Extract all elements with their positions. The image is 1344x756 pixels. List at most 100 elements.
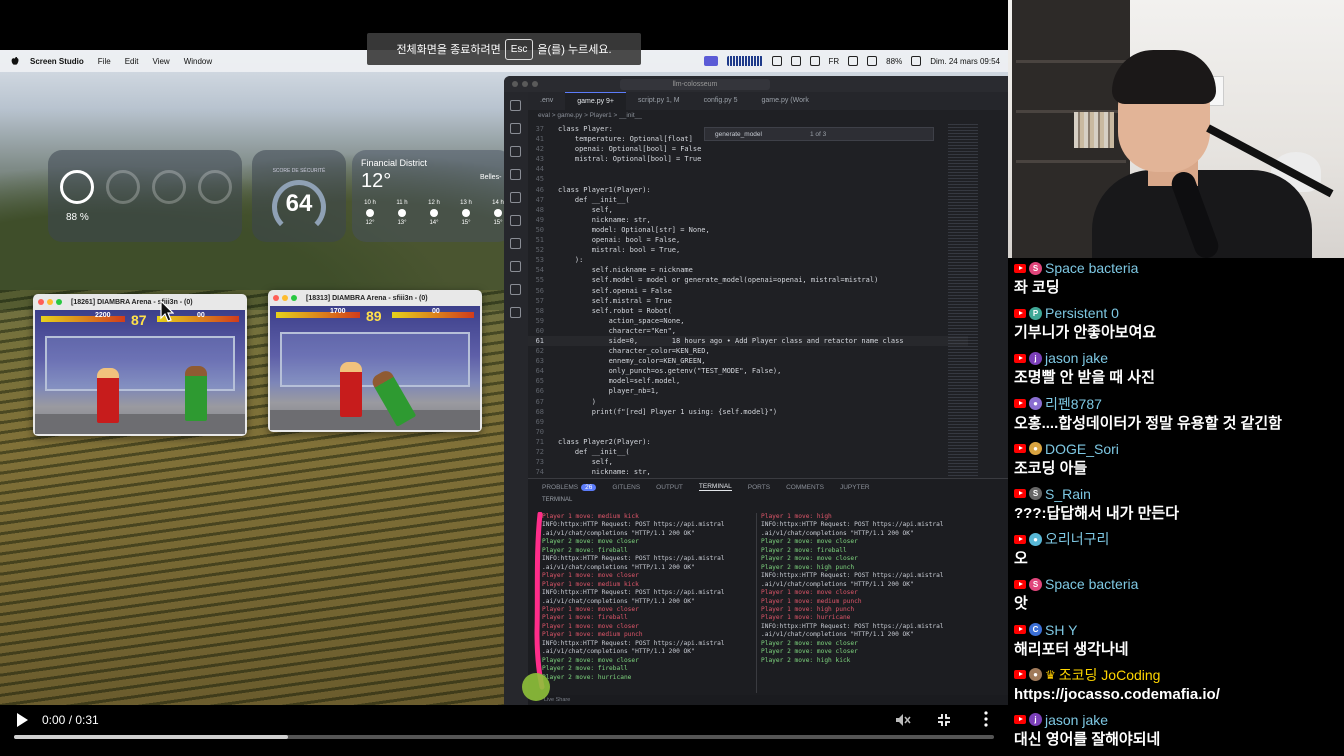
security-score-widget[interactable]: SCORE DE SÉCURITÉ 64 bbox=[252, 150, 346, 242]
avatar[interactable]: ● bbox=[1029, 668, 1042, 682]
code-line[interactable]: 42 openai: Optional[bool] = False bbox=[528, 144, 968, 154]
find-input[interactable]: generate_model bbox=[715, 131, 762, 138]
code-line[interactable]: 67 ) bbox=[528, 397, 968, 407]
chat-message[interactable]: P Persistent 0 기부니가 안좋아보여요 bbox=[1014, 303, 1344, 348]
chat-username[interactable]: 조코딩 JoCoding bbox=[1059, 665, 1161, 685]
chat-icon[interactable] bbox=[510, 307, 521, 318]
user-icon[interactable] bbox=[848, 56, 859, 66]
minimize-icon[interactable] bbox=[282, 295, 288, 301]
panel-tab-jupyter[interactable]: JUPYTER bbox=[840, 484, 870, 491]
code-line[interactable]: 73 self, bbox=[528, 457, 968, 467]
avatar[interactable]: ● bbox=[1029, 532, 1042, 546]
minimap[interactable] bbox=[948, 124, 978, 524]
code-line[interactable]: 52 mistral: bool = True, bbox=[528, 245, 968, 255]
menu-view[interactable]: View bbox=[152, 57, 169, 66]
terminal-right[interactable]: Player 1 move: high INFO:httpx:HTTP Reque… bbox=[756, 513, 961, 693]
code-editor-window[interactable]: llm-colosseum .env game.py 9+ script.py … bbox=[504, 76, 1008, 705]
code-line[interactable]: 70 bbox=[528, 427, 968, 437]
code-line[interactable]: 66 player_nb=1, bbox=[528, 386, 968, 396]
panel-tab-problems[interactable]: PROBLEMS 26 bbox=[542, 483, 597, 491]
chat-username[interactable]: Space bacteria bbox=[1045, 260, 1138, 276]
game-window-2[interactable]: [18313] DIAMBRA Arena - sfiii3n - (0) 17… bbox=[268, 290, 482, 432]
battery-percent[interactable]: 88% bbox=[886, 57, 902, 66]
code-line[interactable]: 71 class Player2(Player): bbox=[528, 437, 968, 447]
minimize-icon[interactable] bbox=[522, 81, 528, 87]
close-icon[interactable] bbox=[38, 299, 44, 305]
code-line[interactable]: 59 action_space=None, bbox=[528, 316, 968, 326]
menu-window[interactable]: Window bbox=[184, 57, 212, 66]
avatar[interactable]: S bbox=[1029, 487, 1042, 501]
code-line[interactable]: 74 nickname: str, bbox=[528, 467, 968, 477]
avatar[interactable]: j bbox=[1029, 713, 1042, 727]
code-line[interactable]: 61 side=0, 18 hours ago • Add Player cla… bbox=[528, 335, 968, 347]
source-control-icon[interactable] bbox=[510, 146, 521, 157]
code-line[interactable]: 60 character="Ken", bbox=[528, 326, 968, 336]
avatar[interactable]: S bbox=[1029, 577, 1042, 591]
audio-meter-icon[interactable] bbox=[726, 56, 763, 66]
run-debug-icon[interactable] bbox=[510, 169, 521, 180]
chat-username[interactable]: Persistent 0 bbox=[1045, 305, 1119, 321]
control-center-icon[interactable] bbox=[911, 56, 922, 66]
chat-message[interactable]: C SH Y 해리포터 생각나네 bbox=[1014, 620, 1344, 665]
code-line[interactable]: 49 nickname: str, bbox=[528, 215, 968, 225]
code-line[interactable]: 65 model=self.model, bbox=[528, 376, 968, 386]
battery-widget[interactable]: 88 % bbox=[48, 150, 242, 242]
code-line[interactable]: 56 self.openai = False bbox=[528, 286, 968, 296]
terminal-left[interactable]: Player 1 move: medium kick INFO:httpx:HTT… bbox=[542, 513, 747, 693]
chat-message[interactable]: ● 오리너구리 오 bbox=[1014, 529, 1344, 574]
remote-explorer-icon[interactable] bbox=[510, 238, 521, 249]
avatar[interactable]: C bbox=[1029, 623, 1042, 636]
code-line[interactable]: 45 bbox=[528, 174, 968, 184]
panel-tab-comments[interactable]: COMMENTS bbox=[786, 484, 824, 491]
chat-message[interactable]: ● DOGE_Sori 조코딩 아들 bbox=[1014, 439, 1344, 484]
fullscreen-exit-icon[interactable] bbox=[937, 713, 951, 727]
chat-message[interactable]: S Space bacteria 좌 코딩 bbox=[1014, 258, 1344, 303]
menu-edit[interactable]: Edit bbox=[125, 57, 139, 66]
code-line[interactable]: 62 character_color=KEN_RED, bbox=[528, 346, 968, 356]
editor-titlebar[interactable]: llm-colosseum bbox=[504, 76, 1008, 92]
code-line[interactable]: 51 openai: bool = False, bbox=[528, 235, 968, 245]
panel-tab-terminal[interactable]: TERMINAL bbox=[698, 483, 732, 491]
code-line[interactable]: 54 self.nickname = nickname bbox=[528, 265, 968, 275]
tab-config-py[interactable]: config.py 5 bbox=[692, 92, 750, 110]
code-line[interactable]: 46 class Player1(Player): bbox=[528, 185, 968, 195]
apple-icon[interactable] bbox=[10, 56, 20, 66]
chat-message[interactable]: ● ♛ 조코딩 JoCoding https://jocasso.codemafia.… bbox=[1014, 665, 1344, 710]
maximize-icon[interactable] bbox=[532, 81, 538, 87]
tab-env[interactable]: .env bbox=[528, 92, 565, 110]
chat-username[interactable]: 오리너구리 bbox=[1045, 529, 1109, 549]
weather-widget[interactable]: Financial District 12° Belles- 10 h 12° 1… bbox=[352, 150, 512, 242]
code-line[interactable]: 47 def __init__( bbox=[528, 195, 968, 205]
code-line[interactable]: 68 print(f"[red] Player 1 using: {self.m… bbox=[528, 407, 968, 417]
chat-username[interactable]: S_Rain bbox=[1045, 486, 1091, 502]
game-window-1[interactable]: [18261] DIAMBRA Arena - sfiii3n - (0) 22… bbox=[33, 294, 247, 436]
close-icon[interactable] bbox=[512, 81, 518, 87]
seek-bar[interactable] bbox=[14, 735, 994, 739]
maximize-icon[interactable] bbox=[56, 299, 62, 305]
find-widget[interactable]: generate_model 1 of 3 bbox=[704, 127, 934, 141]
chat-username[interactable]: jason jake bbox=[1045, 712, 1108, 728]
bluetooth-icon[interactable] bbox=[790, 56, 801, 66]
tab-game-py-work[interactable]: game.py (Work bbox=[750, 92, 821, 110]
python-icon[interactable] bbox=[510, 261, 521, 272]
avatar[interactable]: S bbox=[1029, 261, 1042, 275]
input-language[interactable]: FR bbox=[829, 57, 840, 66]
code-line[interactable]: 69 bbox=[528, 417, 968, 427]
code-line[interactable]: 63 ennemy_color=KEN_GREEN, bbox=[528, 356, 968, 366]
tab-script-py[interactable]: script.py 1, M bbox=[626, 92, 692, 110]
close-icon[interactable] bbox=[273, 295, 279, 301]
menu-file[interactable]: File bbox=[98, 57, 111, 66]
more-options-icon[interactable] bbox=[981, 710, 991, 728]
menu-app-name[interactable]: Screen Studio bbox=[30, 57, 84, 66]
avatar[interactable]: j bbox=[1029, 351, 1042, 365]
code-line[interactable]: 55 self.model = model or generate_model(… bbox=[528, 275, 968, 285]
volume-icon[interactable] bbox=[809, 56, 820, 66]
code-area[interactable]: 37 class Player: 41 temperature: Optional[… bbox=[528, 124, 968, 524]
chat-username[interactable]: Space bacteria bbox=[1045, 576, 1138, 592]
code-line[interactable]: 48 self, bbox=[528, 205, 968, 215]
code-line[interactable]: 53 ): bbox=[528, 255, 968, 265]
chat-username[interactable]: 리펜8787 bbox=[1045, 394, 1102, 414]
chat-message[interactable]: ● 리펜8787 오홍....합성데이터가 정말 유용할 것 같긴함 bbox=[1014, 394, 1344, 439]
code-line[interactable]: 50 model: Optional[str] = None, bbox=[528, 225, 968, 235]
game-window-titlebar[interactable]: [18313] DIAMBRA Arena - sfiii3n - (0) bbox=[268, 290, 482, 306]
